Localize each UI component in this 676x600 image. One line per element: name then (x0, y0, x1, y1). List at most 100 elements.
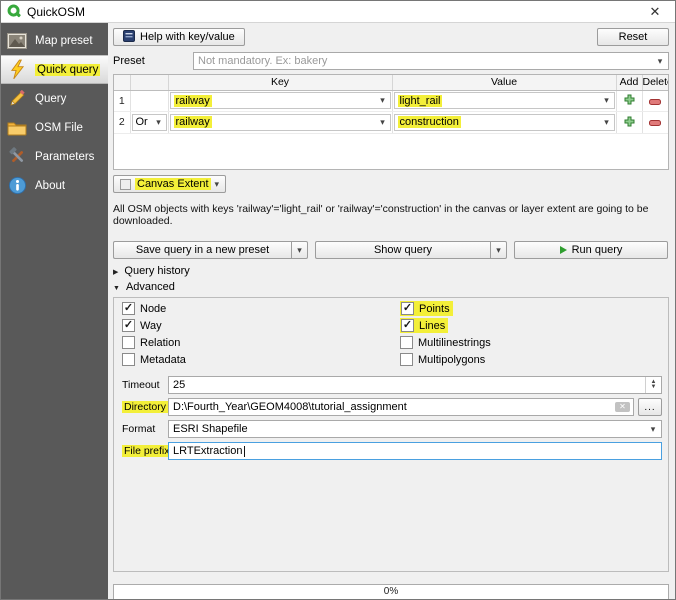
value-combobox[interactable]: construction (393, 113, 615, 131)
delete-row-button[interactable] (645, 115, 665, 131)
sidebar-item-label: Query (35, 92, 67, 105)
info-icon (6, 176, 28, 195)
directory-value: D:\Fourth_Year\GEOM4008\tutorial_assignm… (173, 401, 407, 414)
quickosm-logo-icon (7, 4, 22, 19)
checkbox-icon (122, 302, 135, 316)
sidebar-item-parameters[interactable]: Parameters (1, 142, 108, 171)
progress-bar: 0% (113, 583, 669, 599)
clear-icon[interactable] (615, 402, 630, 413)
reset-button[interactable]: Reset (597, 28, 669, 46)
chevron-down-icon (600, 118, 614, 127)
row-number: 2 (114, 111, 131, 134)
minus-icon (649, 98, 662, 105)
row-number: 1 (114, 90, 131, 113)
value-value: construction (397, 116, 461, 129)
sidebar-item-map-preset[interactable]: Map preset (1, 26, 108, 55)
timeout-spinner[interactable]: 25 ▲ ▼ (168, 376, 662, 395)
run-query-button[interactable]: Run query (514, 241, 668, 260)
sidebar: Map preset Quick query Query OSM File Pa… (1, 23, 108, 599)
file-prefix-field[interactable]: LRTExtraction (168, 442, 662, 461)
close-icon[interactable]: ✕ (635, 1, 675, 23)
checkbox-way[interactable]: Way (122, 319, 400, 333)
extent-checkbox-icon (120, 178, 131, 190)
timeout-value: 25 (173, 379, 186, 392)
sidebar-item-about[interactable]: About (1, 171, 108, 200)
help-key-value-button[interactable]: Help with key/value (113, 28, 245, 46)
plus-icon (624, 94, 634, 105)
extent-selector-button[interactable]: Canvas Extent (113, 175, 227, 194)
play-icon (559, 246, 567, 255)
show-query-button[interactable]: Show query (315, 241, 490, 260)
sidebar-item-osm-file[interactable]: OSM File (1, 113, 108, 142)
chevron-down-icon (376, 96, 390, 105)
advanced-label: Advanced (125, 281, 175, 294)
query-description: All OSM objects with keys 'railway'='lig… (113, 203, 649, 228)
file-prefix-value: LRTExtraction (173, 445, 243, 458)
value-value: light_rail (397, 94, 443, 107)
operator-cell (130, 90, 169, 113)
help-doc-icon (123, 29, 135, 45)
delete-row-button[interactable] (645, 94, 665, 110)
checkbox-icon (400, 336, 413, 350)
minus-icon (649, 120, 662, 127)
directory-label: Directory (122, 401, 169, 414)
sidebar-item-label: OSM File (35, 121, 83, 134)
window-title: QuickOSM (27, 4, 86, 19)
spinner-arrows-icon[interactable]: ▲ ▼ (645, 377, 661, 394)
preset-label: Preset (113, 55, 145, 68)
sidebar-item-label: Quick query (35, 63, 101, 76)
browse-button[interactable]: ... (638, 398, 662, 417)
checkbox-lines[interactable]: Lines (400, 318, 449, 334)
key-combobox[interactable]: railway (169, 113, 391, 131)
key-value: railway (173, 94, 212, 107)
advanced-panel: Node Points Way (113, 297, 669, 572)
checkbox-icon (122, 319, 135, 333)
checkbox-metadata[interactable]: Metadata (122, 353, 400, 367)
lightning-icon (6, 59, 28, 80)
operator-header (130, 75, 169, 91)
checkbox-points[interactable]: Points (400, 301, 453, 317)
checkbox-icon (401, 319, 414, 333)
pencil-icon (6, 89, 28, 108)
checkbox-multipolygons[interactable]: Multipolygons (400, 353, 662, 367)
query-history-section[interactable]: Query history (113, 265, 669, 277)
sidebar-item-quick-query[interactable]: Quick query (1, 55, 108, 84)
save-preset-button[interactable]: Save query in a new preset (113, 241, 291, 260)
show-query-dropdown[interactable] (490, 241, 507, 260)
format-combobox[interactable]: ESRI Shapefile (168, 420, 662, 439)
sidebar-item-label: Parameters (35, 150, 95, 163)
checkbox-multilinestrings[interactable]: Multilinestrings (400, 336, 662, 350)
advanced-section[interactable]: Advanced (113, 281, 669, 293)
add-row-button[interactable] (619, 92, 639, 108)
add-column-header: Add (616, 75, 643, 91)
chevron-down-icon (600, 96, 614, 105)
operator-combobox[interactable]: Or (131, 113, 167, 131)
sidebar-item-label: About (35, 179, 66, 192)
format-value: ESRI Shapefile (173, 423, 248, 436)
run-query-label: Run query (571, 244, 623, 257)
value-combobox[interactable]: light_rail (393, 92, 615, 110)
directory-field[interactable]: D:\Fourth_Year\GEOM4008\tutorial_assignm… (168, 398, 634, 417)
checkbox-node[interactable]: Node (122, 302, 400, 316)
title-bar: QuickOSM ✕ (1, 1, 675, 23)
corner-header (114, 75, 131, 91)
format-label: Format (122, 423, 156, 436)
help-button-label: Help with key/value (140, 31, 235, 43)
chevron-down-icon (376, 118, 390, 127)
expanded-arrow-icon (113, 281, 120, 293)
add-row-button[interactable] (619, 113, 639, 129)
key-column-header: Key (168, 75, 393, 91)
preset-combobox[interactable]: Not mandatory. Ex: bakery (193, 52, 669, 71)
key-combobox[interactable]: railway (169, 92, 391, 110)
text-caret (243, 445, 245, 457)
table-row: 2 Or railway (114, 111, 668, 134)
map-preset-icon (6, 32, 28, 49)
sidebar-item-query[interactable]: Query (1, 84, 108, 113)
save-preset-dropdown[interactable] (291, 241, 308, 260)
folder-icon (6, 120, 28, 136)
chevron-down-icon (652, 57, 668, 66)
checkbox-relation[interactable]: Relation (122, 336, 400, 350)
quickosm-dialog: QuickOSM ✕ Map preset Quick query Query … (0, 0, 676, 600)
query-table: Key Value Add Delete 1 railway (113, 74, 669, 171)
sidebar-item-label: Map preset (35, 34, 93, 47)
